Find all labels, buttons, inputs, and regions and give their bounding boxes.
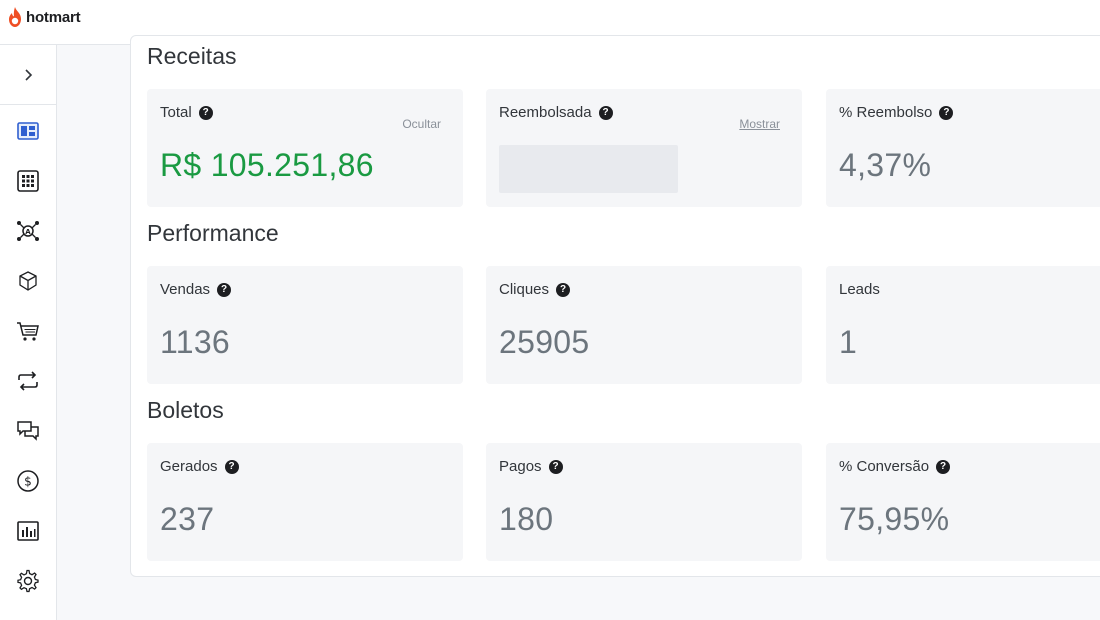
card-label: % Conversão ? xyxy=(839,458,951,475)
card-value: 1136 xyxy=(160,324,231,360)
card-value: R$ 105.251,86 xyxy=(160,147,374,183)
card-label-text: Total xyxy=(160,104,192,121)
card-cliques: Cliques ? 25905 xyxy=(486,266,802,384)
card-label: Reembolsada ? xyxy=(499,104,613,121)
help-icon[interactable]: ? xyxy=(217,282,232,297)
sidebar-item-subscriptions[interactable] xyxy=(0,361,56,401)
hidden-value-placeholder xyxy=(499,145,678,193)
card-value: 75,95% xyxy=(839,501,950,537)
sidebar-item-apps[interactable] xyxy=(0,161,56,201)
help-icon[interactable]: ? xyxy=(548,459,563,474)
card-vendas: Vendas ? 1136 xyxy=(147,266,463,384)
card-label: % Reembolso ? xyxy=(839,104,954,121)
card-label-text: % Reembolso xyxy=(839,104,933,121)
card-pagos: Pagos ? 180 xyxy=(486,443,802,561)
sidebar-item-settings[interactable] xyxy=(0,561,56,601)
svg-text:A: A xyxy=(25,228,31,236)
card-reembolsada: Reembolsada ? Mostrar xyxy=(486,89,802,207)
card-value: 4,37% xyxy=(839,147,932,183)
gear-icon xyxy=(17,569,39,593)
card-reembolso-pct: % Reembolso ? 4,37% xyxy=(826,89,1100,207)
sidebar: A $ xyxy=(0,45,57,620)
grid-icon xyxy=(17,170,39,192)
chat-icon xyxy=(17,421,39,441)
card-label: Pagos ? xyxy=(499,458,563,475)
brand-name: hotmart xyxy=(26,8,81,26)
sidebar-item-affiliates[interactable]: A xyxy=(0,211,56,251)
card-label-text: % Conversão xyxy=(839,458,930,475)
bar-chart-icon xyxy=(17,521,39,541)
card-gerados: Gerados ? 237 xyxy=(147,443,463,561)
box-icon xyxy=(19,271,37,291)
cart-icon xyxy=(17,322,39,341)
card-label-text: Pagos xyxy=(499,458,542,475)
card-label: Vendas ? xyxy=(160,281,232,298)
card-label-text: Leads xyxy=(839,281,880,298)
svg-text:$: $ xyxy=(24,475,32,489)
card-label-text: Reembolsada xyxy=(499,104,592,121)
show-value-link[interactable]: Mostrar xyxy=(739,117,780,131)
sidebar-item-reports[interactable] xyxy=(0,511,56,551)
help-icon[interactable]: ? xyxy=(939,105,954,120)
card-label: Total ? xyxy=(160,104,213,121)
card-value: 180 xyxy=(499,501,554,537)
help-icon[interactable]: ? xyxy=(556,282,571,297)
card-conversao: % Conversão ? 75,95% xyxy=(826,443,1100,561)
sidebar-item-finance[interactable]: $ xyxy=(0,461,56,501)
sidebar-item-sales[interactable] xyxy=(0,311,56,351)
dashboard-icon xyxy=(17,122,39,140)
card-label: Leads xyxy=(839,281,880,298)
chevron-right-icon xyxy=(25,68,33,81)
network-icon: A xyxy=(17,221,39,241)
section-title-receitas: Receitas xyxy=(147,43,237,69)
sidebar-toggle-button[interactable] xyxy=(0,45,56,105)
card-value: 237 xyxy=(160,501,215,537)
section-title-boletos: Boletos xyxy=(147,397,224,423)
main-content: Receitas Total ? Ocultar R$ 105.251,86 R… xyxy=(57,35,1100,620)
help-icon[interactable]: ? xyxy=(598,105,613,120)
card-label: Gerados ? xyxy=(160,458,239,475)
card-total: Total ? Ocultar R$ 105.251,86 xyxy=(147,89,463,207)
flame-icon xyxy=(9,7,21,27)
sidebar-item-products[interactable] xyxy=(0,261,56,301)
card-value: 25905 xyxy=(499,324,590,360)
card-label-text: Gerados xyxy=(160,458,218,475)
repeat-icon xyxy=(18,371,38,391)
help-icon[interactable]: ? xyxy=(198,105,213,120)
help-icon[interactable]: ? xyxy=(936,459,951,474)
section-title-performance: Performance xyxy=(147,220,279,246)
card-leads: Leads 1 xyxy=(826,266,1100,384)
card-label-text: Vendas xyxy=(160,281,211,298)
card-value: 1 xyxy=(839,324,858,360)
card-label: Cliques ? xyxy=(499,281,571,298)
dollar-icon: $ xyxy=(17,470,39,492)
hotmart-logo[interactable]: hotmart xyxy=(6,6,81,28)
sidebar-item-messages[interactable] xyxy=(0,411,56,451)
card-label-text: Cliques xyxy=(499,281,550,298)
sidebar-item-dashboard[interactable] xyxy=(0,111,56,151)
hide-value-link[interactable]: Ocultar xyxy=(402,117,441,131)
help-icon[interactable]: ? xyxy=(224,459,239,474)
